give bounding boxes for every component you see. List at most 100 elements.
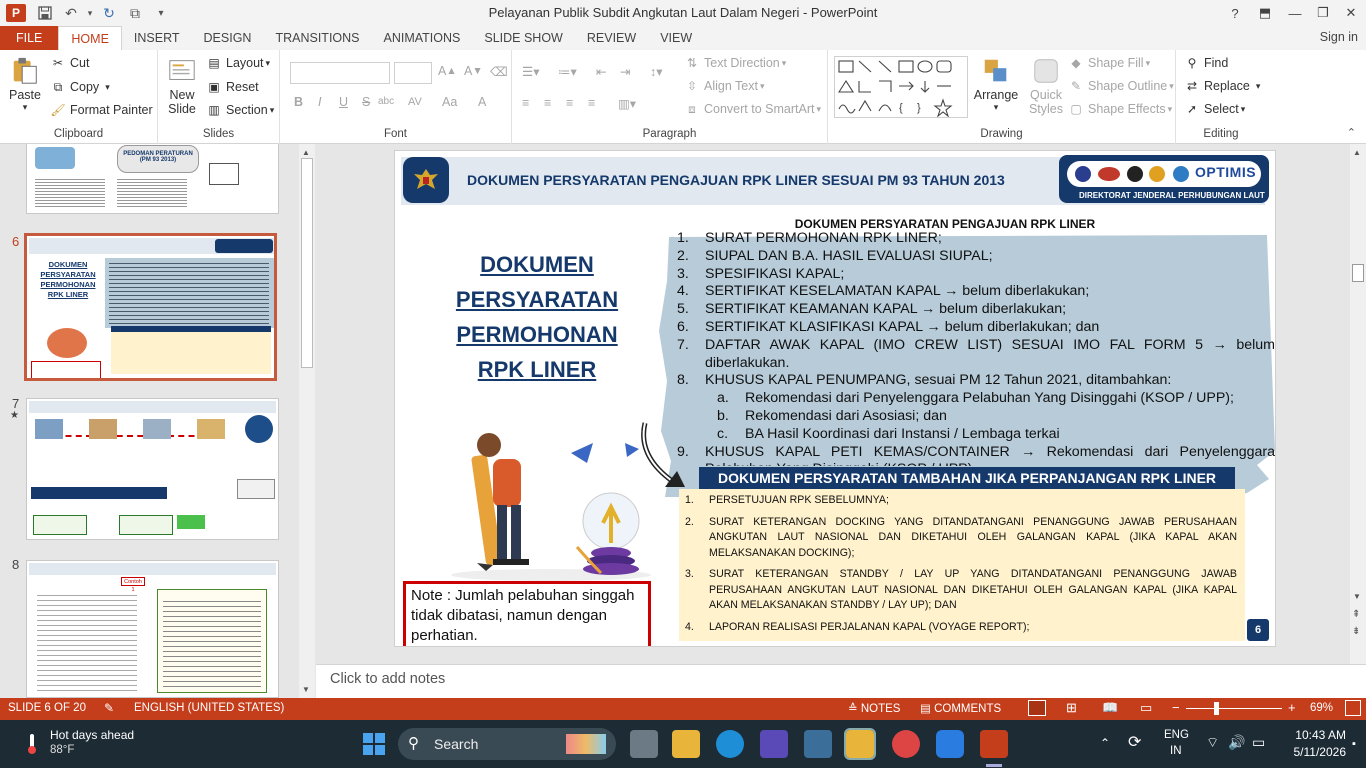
copy-dropdown-icon[interactable]: ▾	[105, 82, 110, 93]
tab-file[interactable]: FILE	[0, 26, 59, 50]
slide-thumbnail-7[interactable]	[26, 398, 279, 540]
slide-thumbnail-8[interactable]: Contoh 1	[26, 560, 279, 698]
quick-styles-button[interactable]: Quick Styles	[1024, 56, 1068, 116]
chrome-browser-icon[interactable]	[892, 730, 920, 758]
slide-6[interactable]: DOKUMEN PERSYARATAN PENGAJUAN RPK LINER …	[394, 150, 1276, 647]
undo-icon[interactable]: ↶	[58, 0, 84, 26]
line-spacing-icon[interactable]: ↕▾	[650, 64, 663, 79]
replace-button[interactable]: ⇄ Replace ▾	[1184, 79, 1260, 93]
close-button[interactable]: ✕	[1336, 0, 1366, 26]
shapes-gallery[interactable]: {}	[834, 56, 968, 118]
help-button[interactable]: ?	[1220, 0, 1250, 26]
slide-sorter-icon[interactable]: ⊞	[1066, 700, 1077, 716]
restore-button[interactable]: ❐	[1308, 0, 1338, 26]
copy-button[interactable]: ⧉ Copy ▾	[50, 80, 110, 94]
taskbar-search-box[interactable]: ⚲ Search	[398, 728, 616, 760]
numbering-icon[interactable]: ≔▾	[558, 64, 577, 79]
font-color-button[interactable]: A	[478, 95, 486, 109]
reading-view-icon[interactable]: 📖	[1102, 700, 1118, 716]
powerpoint-taskbar-icon[interactable]	[980, 730, 1008, 758]
tab-review[interactable]: REVIEW	[575, 26, 648, 50]
strikethrough-button[interactable]: S	[362, 95, 370, 109]
notifications-icon[interactable]: ▪	[1352, 738, 1356, 750]
zoom-slider-track[interactable]	[1186, 708, 1282, 709]
shadow-button[interactable]: abc	[378, 96, 394, 107]
undo-dropdown-icon[interactable]: ▾	[84, 0, 96, 26]
slide-scroll-up-icon[interactable]: ▲	[1353, 148, 1361, 157]
cut-button[interactable]: ✂ Cut	[50, 56, 89, 70]
tab-insert[interactable]: INSERT	[122, 26, 192, 50]
zoom-in-button[interactable]: +	[1288, 700, 1296, 715]
text-direction-button[interactable]: ⇅ Text Direction ▾	[684, 56, 786, 70]
character-spacing-button[interactable]: AV	[408, 96, 422, 108]
thumbnail-scrollbar[interactable]: ▲ ▼	[299, 144, 315, 698]
thermometer-icon[interactable]	[22, 732, 42, 756]
font-size-select[interactable]	[394, 62, 432, 84]
spell-check-icon[interactable]: ✎	[104, 701, 114, 715]
slide-thumbnail-6[interactable]: DOKUMEN PERSYARATAN PERMOHONAN RPK LINER	[24, 233, 277, 381]
collapse-ribbon-icon[interactable]: ⌃	[1347, 126, 1356, 139]
show-hidden-icons-icon[interactable]: ⌃	[1100, 736, 1110, 750]
ribbon-display-options-icon[interactable]: ⬒	[1250, 0, 1280, 26]
align-right-icon[interactable]: ≡	[566, 96, 573, 110]
sync-icon[interactable]: ⟳	[1128, 732, 1141, 752]
align-center-icon[interactable]: ≡	[544, 96, 551, 110]
increase-indent-icon[interactable]: ⇥	[620, 64, 630, 79]
volume-icon[interactable]: 🔊	[1228, 734, 1245, 751]
file-explorer-icon[interactable]	[672, 730, 700, 758]
previous-slide-icon[interactable]: ⇞	[1352, 609, 1360, 620]
start-from-beginning-icon[interactable]: ⧉	[122, 0, 148, 26]
language-indicator[interactable]: ENGLISH (UNITED STATES)	[134, 702, 284, 714]
shape-outline-button[interactable]: ✎ Shape Outline ▾	[1068, 79, 1174, 93]
decrease-font-size-button[interactable]: A ▼	[464, 64, 483, 78]
notes-pane[interactable]: Click to add notes	[316, 664, 1366, 698]
slide-show-icon[interactable]: ▭	[1140, 700, 1152, 716]
battery-icon[interactable]: ▭	[1252, 734, 1265, 751]
weather-title[interactable]: Hot days ahead	[50, 728, 134, 742]
align-text-button[interactable]: ⇳ Align Text ▾	[684, 79, 765, 93]
decrease-indent-icon[interactable]: ⇤	[596, 64, 606, 79]
customize-toolbar-icon[interactable]: ▾	[148, 0, 174, 26]
wifi-icon[interactable]: ⌔	[1206, 734, 1219, 752]
change-case-button[interactable]: Aa	[442, 95, 457, 109]
align-left-icon[interactable]: ≡	[522, 96, 529, 110]
bold-button[interactable]: B	[294, 95, 303, 109]
new-slide-button[interactable]: New Slide	[164, 56, 200, 116]
next-slide-icon[interactable]: ⇟	[1352, 626, 1360, 637]
tab-slide-show[interactable]: SLIDE SHOW	[472, 26, 575, 50]
font-name-select[interactable]	[290, 62, 390, 84]
scroll-up-arrow-icon[interactable]: ▲	[302, 148, 310, 157]
sign-in-link[interactable]: Sign in	[1320, 30, 1358, 44]
save-icon[interactable]	[32, 0, 58, 26]
redo-icon[interactable]: ↻	[96, 0, 122, 26]
section-button[interactable]: ▥ Section ▾	[206, 103, 274, 117]
paste-button[interactable]: Paste ▾	[6, 56, 44, 113]
arrange-button[interactable]: Arrange ▾	[972, 56, 1020, 113]
zoom-out-button[interactable]: −	[1172, 700, 1180, 715]
scroll-down-arrow-icon[interactable]: ▼	[302, 685, 310, 694]
tab-home[interactable]: HOME	[58, 26, 122, 50]
paste-dropdown-icon[interactable]: ▾	[23, 102, 28, 113]
notes-button[interactable]: ≙ NOTES	[848, 701, 900, 715]
slide-scroll-thumb[interactable]	[1352, 264, 1364, 282]
bullets-icon[interactable]: ☰▾	[522, 64, 539, 79]
minimize-button[interactable]: —	[1280, 0, 1310, 26]
tab-animations[interactable]: ANIMATIONS	[372, 26, 473, 50]
thumbnail-scroll-thumb[interactable]	[301, 158, 313, 368]
columns-icon[interactable]: ▥▾	[618, 96, 636, 111]
slide-thumbnail-5[interactable]: PEDOMAN PERATURAN (PM 93 2013)	[26, 144, 279, 214]
sticky-notes-icon[interactable]	[844, 728, 876, 760]
slide-scrollbar[interactable]: ▲ ▼ ⇞ ⇟	[1350, 144, 1366, 664]
layout-button[interactable]: ▤ Layout ▾	[206, 56, 270, 70]
shape-fill-button[interactable]: ◆ Shape Fill ▾	[1068, 56, 1150, 70]
clear-formatting-icon[interactable]: ⌫	[490, 64, 508, 79]
justify-icon[interactable]: ≡	[588, 96, 595, 110]
windows-start-icon[interactable]	[362, 732, 386, 756]
tab-transitions[interactable]: TRANSITIONS	[263, 26, 371, 50]
increase-font-size-button[interactable]: A ▲	[438, 64, 457, 78]
normal-view-icon[interactable]	[1028, 700, 1046, 716]
copilot-icon[interactable]	[760, 730, 788, 758]
camera-app-icon[interactable]	[804, 730, 832, 758]
select-button[interactable]: ➚ Select ▾	[1184, 102, 1245, 116]
format-painter-button[interactable]: 🖌 Format Painter	[50, 103, 152, 117]
